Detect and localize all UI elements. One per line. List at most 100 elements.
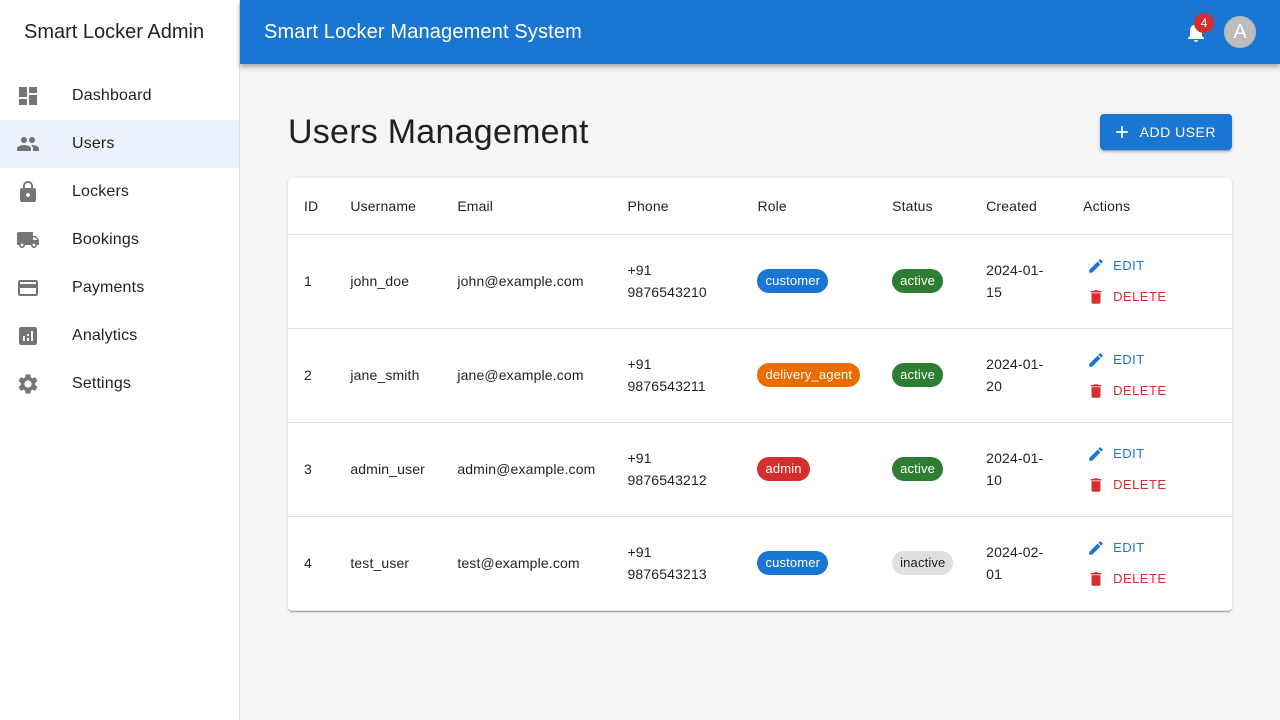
- cell-email: john@example.com: [441, 234, 612, 329]
- gear-icon: [16, 372, 40, 396]
- add-user-label: ADD USER: [1139, 124, 1216, 140]
- delete-button[interactable]: DELETE: [1083, 567, 1216, 591]
- credit-card-icon: [16, 276, 40, 300]
- role-chip: delivery_agent: [757, 363, 861, 387]
- edit-label: EDIT: [1113, 445, 1145, 461]
- created-date-part: 2024-01-: [986, 356, 1044, 372]
- lock-icon: [16, 180, 40, 204]
- row-actions: EDIT DELETE: [1083, 536, 1216, 591]
- pencil-icon: [1089, 446, 1103, 461]
- header-role: Role: [741, 178, 877, 235]
- cell-phone: +91 9876543210: [611, 234, 742, 329]
- role-chip: customer: [757, 551, 829, 575]
- cell-role: customer: [741, 516, 877, 611]
- row-actions: EDIT DELETE: [1083, 442, 1216, 497]
- sidebar-item-users[interactable]: Users: [0, 120, 239, 168]
- delete-label: DELETE: [1113, 570, 1167, 586]
- sidebar-item-settings[interactable]: Settings: [0, 360, 239, 408]
- notifications-button[interactable]: 4: [1176, 12, 1216, 52]
- plus-icon: [1115, 126, 1128, 138]
- users-table-card: ID Username Email Phone Role Status Crea…: [288, 178, 1232, 611]
- cell-role: admin: [741, 422, 877, 517]
- edit-button[interactable]: EDIT: [1083, 254, 1216, 278]
- cell-actions: EDIT DELETE: [1067, 516, 1232, 611]
- trash-icon: [1090, 289, 1102, 304]
- table-row: 2 jane_smith jane@example.com +91 9876543…: [288, 328, 1232, 423]
- status-chip: active: [892, 363, 944, 387]
- phone-number: 9876543213: [627, 566, 707, 582]
- cell-created: 2024-01- 20: [970, 328, 1068, 423]
- page-title: Users Management: [288, 112, 589, 151]
- avatar[interactable]: A: [1224, 16, 1256, 48]
- row-actions: EDIT DELETE: [1083, 254, 1216, 309]
- table-row: 3 admin_user admin@example.com +91 987654…: [288, 422, 1232, 517]
- cell-role: customer: [741, 234, 877, 329]
- table-body: 1 john_doe john@example.com +91 987654321…: [288, 234, 1232, 611]
- cell-id: 4: [288, 516, 335, 611]
- page-header: Users Management ADD USER: [288, 112, 1232, 152]
- edit-label: EDIT: [1113, 351, 1145, 367]
- created-date-day: 15: [986, 284, 1003, 300]
- app-bar: Smart Locker Management System 4 A: [240, 0, 1280, 64]
- header-actions: Actions: [1067, 178, 1232, 235]
- delete-button[interactable]: DELETE: [1083, 473, 1216, 497]
- cell-email: jane@example.com: [441, 328, 612, 423]
- role-chip: admin: [757, 457, 810, 481]
- sidebar-item-label: Payments: [72, 279, 145, 296]
- cell-phone: +91 9876543211: [611, 328, 742, 423]
- phone-number: 9876543210: [627, 284, 707, 300]
- phone-code: +91: [627, 450, 652, 466]
- add-user-button[interactable]: ADD USER: [1099, 114, 1232, 150]
- table-header-row: ID Username Email Phone Role Status Crea…: [288, 178, 1232, 235]
- header-email: Email: [441, 178, 612, 235]
- sidebar: Smart Locker Admin Dashboard Users Locke…: [0, 0, 240, 720]
- cell-email: test@example.com: [441, 516, 612, 611]
- trash-icon: [1090, 477, 1102, 492]
- sidebar-item-dashboard[interactable]: Dashboard: [0, 72, 239, 120]
- sidebar-item-lockers[interactable]: Lockers: [0, 168, 239, 216]
- users-table: ID Username Email Phone Role Status Crea…: [288, 178, 1232, 611]
- truck-icon: [16, 228, 40, 252]
- cell-id: 1: [288, 234, 335, 329]
- header-phone: Phone: [611, 178, 742, 235]
- role-chip: customer: [757, 269, 829, 293]
- delete-button[interactable]: DELETE: [1083, 285, 1216, 309]
- trash-icon: [1090, 383, 1102, 398]
- status-chip: active: [892, 269, 944, 293]
- sidebar-item-label: Dashboard: [72, 87, 152, 104]
- sidebar-item-bookings[interactable]: Bookings: [0, 216, 239, 264]
- phone-number: 9876543212: [627, 472, 707, 488]
- created-date-day: 01: [986, 566, 1003, 582]
- phone-code: +91: [627, 356, 652, 372]
- phone-code: +91: [627, 544, 652, 560]
- cell-created: 2024-01- 10: [970, 422, 1068, 517]
- cell-username: admin_user: [334, 422, 442, 517]
- sidebar-item-label: Bookings: [72, 231, 140, 248]
- cell-status: active: [876, 234, 971, 329]
- header-status: Status: [876, 178, 971, 235]
- created-date-part: 2024-02-: [986, 544, 1044, 560]
- cell-username: jane_smith: [334, 328, 442, 423]
- cell-phone: +91 9876543212: [611, 422, 742, 517]
- cell-username: john_doe: [334, 234, 442, 329]
- header-username: Username: [334, 178, 442, 235]
- delete-label: DELETE: [1113, 382, 1167, 398]
- cell-actions: EDIT DELETE: [1067, 422, 1232, 517]
- edit-button[interactable]: EDIT: [1083, 348, 1216, 372]
- sidebar-item-analytics[interactable]: Analytics: [0, 312, 239, 360]
- notification-badge: 4: [1194, 13, 1214, 33]
- created-date-day: 20: [986, 378, 1003, 394]
- pencil-icon: [1089, 352, 1103, 367]
- pencil-icon: [1089, 540, 1103, 555]
- cell-created: 2024-01- 15: [970, 234, 1068, 329]
- table-row: 4 test_user test@example.com +91 98765432…: [288, 516, 1232, 611]
- delete-button[interactable]: DELETE: [1083, 379, 1216, 403]
- sidebar-item-payments[interactable]: Payments: [0, 264, 239, 312]
- edit-label: EDIT: [1113, 539, 1145, 555]
- edit-button[interactable]: EDIT: [1083, 442, 1216, 466]
- sidebar-item-label: Analytics: [72, 327, 138, 344]
- header-created: Created: [970, 178, 1068, 235]
- phone-number: 9876543211: [627, 378, 706, 394]
- edit-button[interactable]: EDIT: [1083, 536, 1216, 560]
- created-date-part: 2024-01-: [986, 262, 1044, 278]
